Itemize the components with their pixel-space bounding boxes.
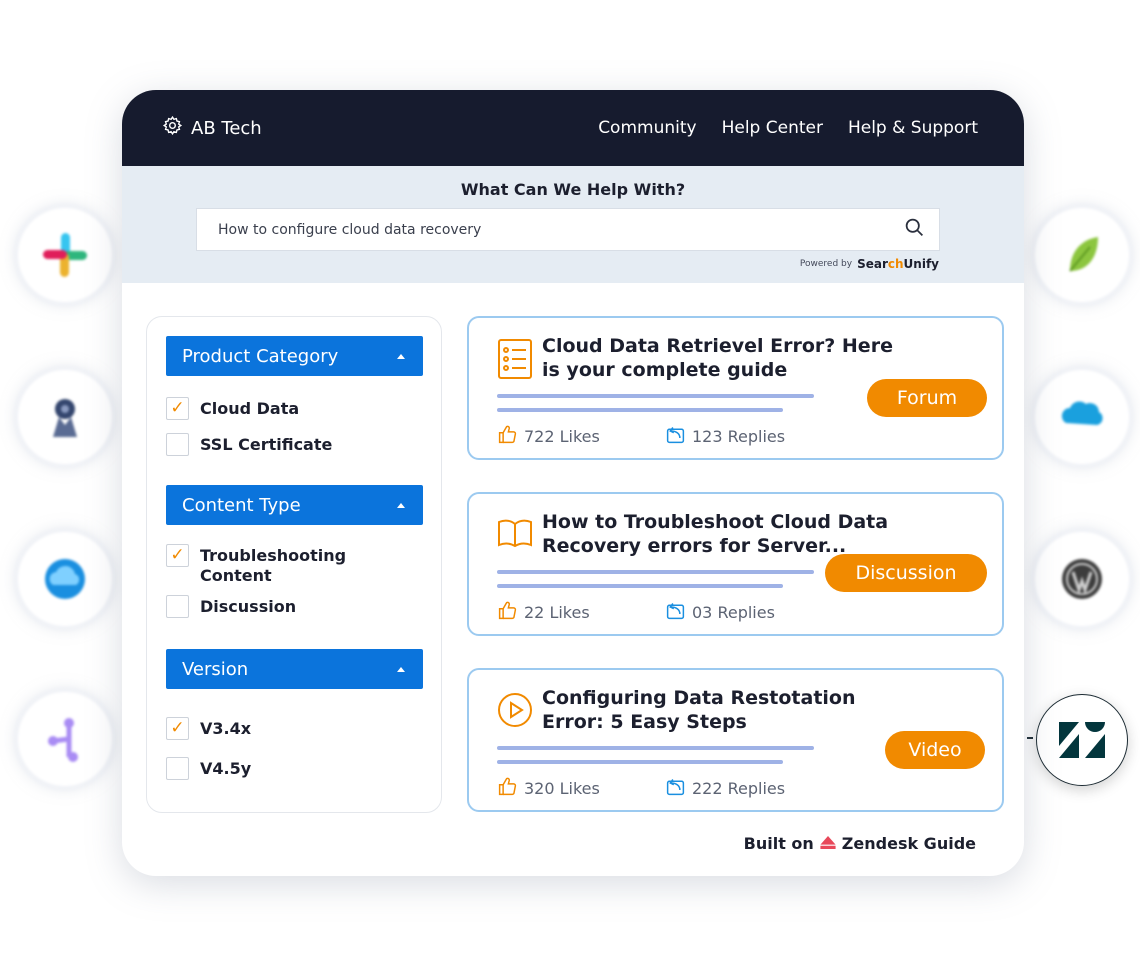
option-label: V3.4x	[200, 719, 252, 738]
checkbox-checked[interactable]: ✓	[166, 717, 189, 740]
reply-icon	[665, 776, 686, 801]
filter-option-ssl-certificate[interactable]: SSL Certificate	[166, 433, 333, 456]
caret-up-icon	[397, 666, 405, 672]
reply-icon	[665, 600, 686, 625]
checkbox-checked[interactable]: ✓	[166, 397, 189, 420]
result-title[interactable]: Cloud Data Retrievel Error? Here is your…	[542, 334, 902, 382]
check-icon: ✓	[170, 718, 185, 738]
facet-label: Product Category	[182, 345, 339, 367]
check-icon: ✓	[170, 398, 185, 418]
option-label: Cloud Data	[200, 399, 300, 418]
top-navigation-bar: AB Tech Community Help Center Help & Sup…	[122, 90, 1024, 166]
likes-count: 722 Likes	[497, 424, 600, 449]
search-title: What Can We Help With?	[460, 180, 686, 199]
tag-forum-button[interactable]: Forum	[867, 379, 987, 417]
leaf-icon	[1035, 208, 1129, 302]
facet-product-category[interactable]: Product Category	[166, 336, 423, 376]
open-book-icon	[497, 518, 533, 560]
brand[interactable]: AB Tech	[162, 115, 262, 141]
nav-help-support[interactable]: Help & Support	[848, 118, 978, 138]
search-query[interactable]: How to configure cloud data recovery	[218, 222, 904, 238]
replies-count: 222 Replies	[665, 776, 785, 801]
result-card[interactable]: Cloud Data Retrievel Error? Here is your…	[467, 316, 1004, 460]
salesforce-icon	[1035, 370, 1129, 464]
play-circle-icon	[497, 692, 533, 734]
search-section: What Can We Help With? How to configure …	[122, 166, 1024, 283]
checkbox-unchecked[interactable]	[166, 595, 189, 618]
option-label: Discussion	[200, 597, 297, 616]
likes-label: 22 Likes	[524, 603, 590, 622]
snippet-line	[497, 394, 814, 398]
filter-option-v4-5y[interactable]: V4.5y	[166, 757, 252, 780]
result-card[interactable]: Configuring Data Restotation Error: 5 Ea…	[467, 668, 1004, 812]
zendesk-logo-icon	[820, 834, 836, 853]
replies-label: 222 Replies	[692, 779, 786, 798]
tag-video-button[interactable]: Video	[885, 731, 985, 769]
powered-by: Powered by SearchUnify	[800, 257, 939, 271]
option-label: SSL Certificate	[200, 435, 333, 454]
powered-by-label: Powered by	[799, 259, 853, 269]
facet-label: Version	[182, 658, 249, 680]
snippet-line	[497, 746, 814, 750]
zendesk-icon	[1036, 694, 1128, 786]
snippet-line	[497, 584, 783, 588]
cloud-icon	[18, 532, 112, 626]
snippet-line	[497, 408, 783, 412]
search-icon[interactable]	[904, 217, 925, 242]
tag-discussion-button[interactable]: Discussion	[825, 554, 987, 592]
likes-label: 722 Likes	[524, 427, 600, 446]
nav-community[interactable]: Community	[598, 118, 696, 138]
check-icon: ✓	[170, 545, 185, 565]
result-title[interactable]: How to Troubleshoot Cloud Data Recovery …	[542, 510, 902, 558]
thumbs-up-icon	[497, 424, 518, 449]
fork-icon	[18, 692, 112, 786]
checkbox-unchecked[interactable]	[166, 433, 189, 456]
option-label: Troubleshooting Content	[200, 546, 347, 585]
replies-count: 03 Replies	[665, 600, 775, 625]
brand-name: AB Tech	[191, 117, 262, 139]
result-title[interactable]: Configuring Data Restotation Error: 5 Ea…	[542, 686, 902, 734]
result-card[interactable]: How to Troubleshoot Cloud Data Recovery …	[467, 492, 1004, 636]
replies-label: 03 Replies	[692, 603, 775, 622]
nav-help-center[interactable]: Help Center	[722, 118, 823, 138]
replies-count: 123 Replies	[665, 424, 785, 449]
snippet-line	[497, 570, 814, 574]
platform-name: Zendesk Guide	[841, 834, 976, 853]
help-center-window: AB Tech Community Help Center Help & Sup…	[122, 90, 1024, 876]
replies-label: 123 Replies	[692, 427, 786, 446]
wordpress-icon	[1035, 532, 1129, 626]
likes-count: 22 Likes	[497, 600, 590, 625]
caret-up-icon	[397, 502, 405, 508]
option-label: V4.5y	[200, 759, 252, 778]
likes-label: 320 Likes	[524, 779, 600, 798]
thumbs-up-icon	[497, 776, 518, 801]
document-list-icon	[497, 338, 533, 380]
filter-option-troubleshooting[interactable]: ✓ Troubleshooting Content	[166, 544, 366, 586]
filter-option-cloud-data[interactable]: ✓ Cloud Data	[166, 397, 300, 420]
facet-label: Content Type	[182, 494, 301, 516]
main-nav: Community Help Center Help & Support	[598, 118, 978, 138]
slack-icon	[18, 208, 112, 302]
connector-line	[1027, 737, 1033, 739]
gear-icon	[162, 115, 183, 141]
search-input[interactable]: How to configure cloud data recovery	[196, 208, 940, 251]
snippet-line	[497, 760, 783, 764]
built-on-label: Built on	[743, 834, 814, 853]
facet-content-type[interactable]: Content Type	[166, 485, 423, 525]
jira-icon	[18, 370, 112, 464]
searchunify-logo: SearchUnify	[857, 257, 939, 271]
filter-option-discussion[interactable]: Discussion	[166, 595, 297, 618]
checkbox-unchecked[interactable]	[166, 757, 189, 780]
checkbox-checked[interactable]: ✓	[166, 544, 189, 567]
filter-option-v3-4x[interactable]: ✓ V3.4x	[166, 717, 252, 740]
filter-panel: Product Category ✓ Cloud Data SSL Certif…	[146, 316, 442, 813]
reply-icon	[665, 424, 686, 449]
caret-up-icon	[397, 353, 405, 359]
likes-count: 320 Likes	[497, 776, 600, 801]
built-on-footer: Built on Zendesk Guide	[744, 834, 976, 853]
thumbs-up-icon	[497, 600, 518, 625]
facet-version[interactable]: Version	[166, 649, 423, 689]
